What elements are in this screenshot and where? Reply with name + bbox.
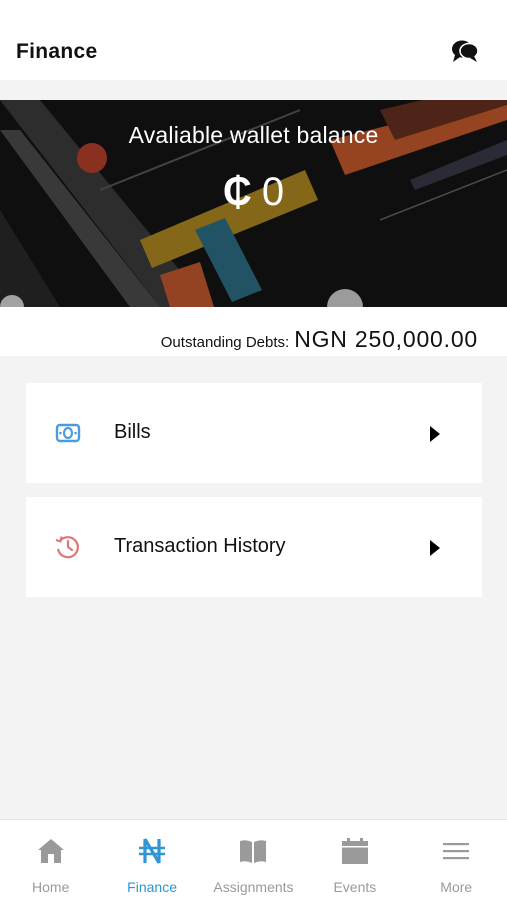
chat-bubbles-icon[interactable] <box>451 38 479 64</box>
currency-symbol: ₵ <box>222 170 252 214</box>
page-title: Finance <box>16 40 98 63</box>
tab-more[interactable]: More <box>406 820 507 900</box>
app-header: Finance <box>0 0 507 80</box>
bottom-tab-bar: Home Finance Assignments Events More <box>0 819 507 900</box>
bills-label: Bills <box>114 421 151 443</box>
wallet-banner: Avaliable wallet balance ₵ 0 <box>0 100 507 307</box>
naira-icon <box>139 838 166 864</box>
calendar-icon <box>341 838 368 864</box>
book-icon <box>240 840 267 863</box>
menu-icon <box>443 843 470 860</box>
outstanding-debts-bar: Outstanding Debts: NGN 250,000.00 <box>0 307 507 356</box>
tab-events[interactable]: Events <box>304 820 405 900</box>
chevron-right-icon <box>430 426 440 442</box>
history-icon <box>55 536 79 559</box>
tab-label: Events <box>333 879 377 895</box>
tab-assignments[interactable]: Assignments <box>203 820 304 900</box>
tab-finance[interactable]: Finance <box>101 820 202 900</box>
transaction-history-label: Transaction History <box>114 535 286 557</box>
tab-label: Finance <box>127 879 177 895</box>
wallet-balance-amount: ₵ 0 <box>0 170 507 215</box>
transaction-history-menu-item[interactable]: Transaction History <box>26 497 482 597</box>
wallet-balance-label: Avaliable wallet balance <box>128 122 379 148</box>
tab-label: More <box>440 879 473 895</box>
tab-label: Home <box>32 879 70 895</box>
chevron-right-icon <box>430 540 440 556</box>
home-icon <box>37 839 64 863</box>
tab-home[interactable]: Home <box>0 820 101 900</box>
outstanding-debts-value: NGN 250,000.00 <box>294 326 478 352</box>
bills-menu-item[interactable]: Bills <box>26 383 482 483</box>
money-icon <box>55 423 81 443</box>
outstanding-debts-label: Outstanding Debts: <box>160 334 290 351</box>
tab-label: Assignments <box>213 879 294 895</box>
wallet-balance-value: 0 <box>261 170 285 214</box>
